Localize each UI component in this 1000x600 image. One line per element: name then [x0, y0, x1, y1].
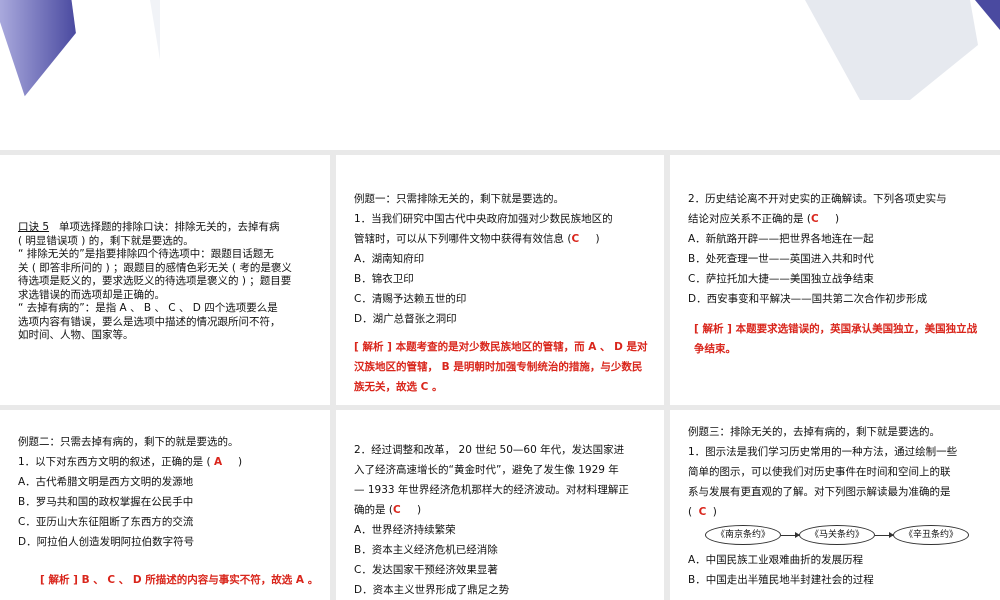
option-c: C．发达国家干预经济效果显著: [354, 564, 498, 576]
option-a: A．中国民族工业艰难曲折的发展历程: [688, 554, 864, 566]
bracket: ): [416, 504, 422, 516]
option-c: C．清赐予达赖五世的印: [354, 293, 467, 305]
answer-mark: A: [213, 456, 223, 468]
question-text: 2．经过调整和改革， 20 世纪 50—60 年代，发达国家进: [354, 444, 625, 456]
slide-example-2: 例题二：只需去掉有病的，剩下的就是要选的。 1．以下对东西方文明的叙述，正确的是…: [0, 410, 330, 600]
question-text: — 1933 年世界经济危机那样大的经济波动。对材料理解正: [354, 484, 629, 496]
question-text: 1．当我们研究中国古代中央政府加强对少数民族地区的: [354, 213, 613, 225]
bracket: ): [237, 456, 243, 468]
option-a: A．古代希腊文明是西方文明的发源地: [18, 476, 194, 488]
mnemonic-label: 口诀 5: [18, 221, 50, 233]
text-line: 如时间、人物、国家等。: [18, 329, 134, 341]
example-heading: 例题三：排除无关的，去掉有病的，剩下就是要选的。: [688, 426, 940, 438]
question-text: 系与发展有更直观的了解。对下列图示解读最为准确的是: [688, 486, 951, 498]
question-text: 1．图示法是我们学习历史常用的一种方法，通过绘制一些: [688, 446, 958, 458]
arrow-icon: [875, 531, 894, 538]
option-b: B．处死查理一世——英国进入共和时代: [688, 253, 874, 265]
treaty-node: 《辛丑条约》: [893, 525, 970, 545]
option-b: B．锦衣卫印: [354, 273, 414, 285]
decorative-shape-right: [805, 0, 1000, 100]
example-heading: 例题一：只需排除无关的，剩下就是要选的。: [354, 193, 564, 205]
question-text: 1．以下对东西方文明的叙述，正确的是 (: [18, 456, 211, 468]
option-d: D．阿拉伯人创造发明阿拉伯数字符号: [18, 536, 195, 548]
treaty-node: 《南京条约》: [704, 525, 781, 545]
option-a: A．世界经济持续繁荣: [354, 524, 456, 536]
option-b: B．罗马共和国的政权掌握在公民手中: [18, 496, 194, 508]
option-a: A．湖南知府印: [354, 253, 425, 265]
text-line: 待选项是贬义的，要求选贬义的待选项是褒义的 ) ；题目要: [18, 275, 292, 287]
treaty-diagram: 《南京条约》 《马关条约》 《辛丑条约》: [688, 525, 986, 545]
text-line: ( 明显错误项 ) 的，剩下就是要选的。: [18, 234, 194, 247]
answer-mark: C: [571, 233, 580, 245]
option-b: B．中国走出半殖民地半封建社会的过程: [688, 574, 874, 586]
slide-question-2b: 2．经过调整和改革， 20 世纪 50—60 年代，发达国家进 入了经济高速增长…: [336, 410, 664, 600]
slide-mnemonic-5: 口诀 5 单项选择题的排除口诀：排除无关的，去掉有病 ( 明显错误项 ) 的，剩…: [0, 155, 330, 405]
question-text: 结论对应关系不正确的是 (: [688, 213, 811, 225]
option-d: D．湖广总督张之洞印: [354, 313, 457, 325]
analysis-note: [ 解析 ] B 、 C 、 D 所描述的内容与事实不符，故选 A 。: [40, 574, 319, 586]
question-text: 确的是 (: [354, 504, 393, 516]
slide-example-1: 例题一：只需排除无关的，剩下就是要选的。 1．当我们研究中国古代中央政府加强对少…: [336, 155, 664, 405]
arrow-icon: [780, 531, 800, 538]
option-c: C．亚历山大东征阻断了东西方的交流: [18, 516, 194, 528]
option-b: B．资本主义经济危机已经消除: [354, 544, 498, 556]
analysis-note: [ 解析 ] 本题考查的是对少数民族地区的管辖，而 A 、 D 是对汉族地区的管…: [354, 341, 648, 393]
analysis-note: [ 解析 ] 本题要求选错误的，英国承认美国独立，美国独立战争结束。: [694, 323, 978, 355]
answer-mark: C: [698, 506, 707, 518]
option-a: A．新航路开辟——把世界各地连在一起: [688, 233, 874, 245]
text-line: 关 ( 即答非所问的 ) ；跟题目的感情色彩无关 ( 考的是褒义: [18, 261, 292, 274]
text-line: “ 排除无关的”是指要排除四个待选项中：跟题目话题无: [18, 248, 274, 260]
slide-question-2: 2．历史结论离不开对史实的正确解读。下列各项史实与 结论对应关系不正确的是 (C…: [670, 155, 1000, 405]
treaty-node: 《马关条约》: [798, 525, 875, 545]
question-text: 简单的图示，可以使我们对历史事件在时间和空间上的联: [688, 466, 951, 478]
option-c: C．萨拉托加大捷——美国独立战争结束: [688, 273, 874, 285]
question-text: 2．历史结论离不开对史实的正确解读。下列各项史实与: [688, 193, 947, 205]
bracket: ): [712, 506, 717, 518]
text-line: 单项选择题的排除口诀：排除无关的，去掉有病: [59, 221, 280, 233]
text-line: 选项内容有错误，要么是选项中描述的情况跟所问不符，: [18, 315, 281, 328]
bracket: ): [834, 213, 840, 225]
slide-example-3: 例题三：排除无关的，去掉有病的，剩下就是要选的。 1．图示法是我们学习历史常用的…: [670, 410, 1000, 600]
answer-mark: C: [810, 213, 819, 225]
bracket: ): [595, 233, 600, 245]
bracket: (: [688, 506, 693, 518]
option-d: D．西安事变和平解决——国共第二次合作初步形成: [688, 293, 928, 305]
decorative-shape-left: [0, 0, 160, 97]
example-heading: 例题二：只需去掉有病的，剩下的就是要选的。: [18, 436, 239, 448]
option-d: D．资本主义世界形成了鼎足之势: [354, 584, 510, 596]
question-text: 入了经济高速增长的“黄金时代”，避免了发生像 1929 年: [354, 464, 619, 476]
question-text: 管辖时，可以从下列哪件文物中获得有效信息 (: [354, 233, 572, 245]
answer-mark: C: [392, 504, 401, 516]
text-line: 求选错误的而选项却是正确的。: [18, 288, 165, 301]
text-line: “ 去掉有病的”：是指 A 、 B 、 C 、 D 四个选项要么是: [18, 302, 278, 314]
